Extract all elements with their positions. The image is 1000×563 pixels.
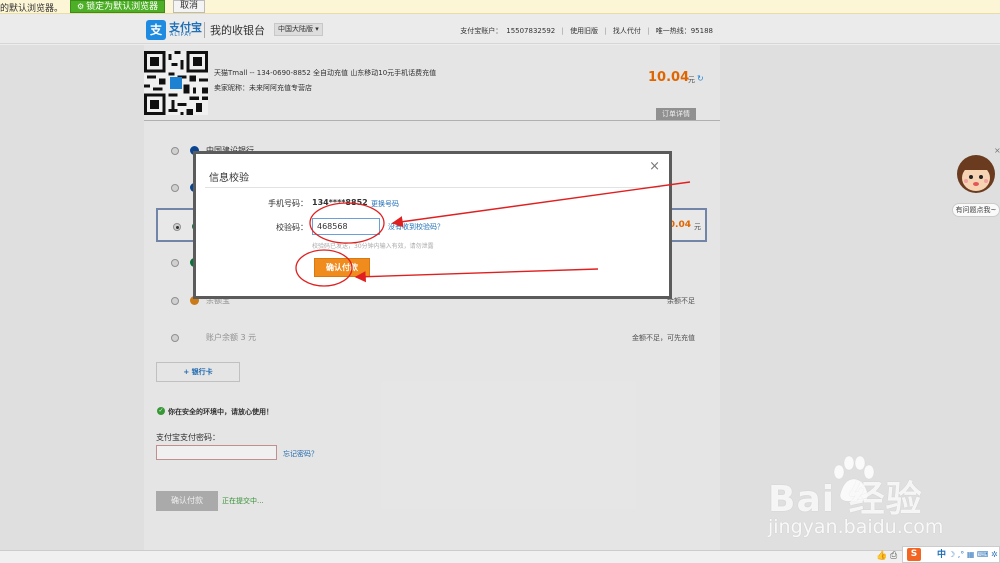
modal-title: 信息校验 — [209, 173, 249, 184]
change-phone-link[interactable]: 更换号码 — [371, 199, 399, 209]
pay-for-others-link[interactable]: 找人代付 — [613, 27, 641, 35]
header-divider — [204, 22, 205, 38]
modal-divider — [205, 187, 660, 188]
help-bubble[interactable]: 有问题点我~ — [952, 203, 1000, 217]
account-label: 支付宝账户： — [460, 27, 503, 35]
ime-toolbar[interactable]: S 中 ☽ ,° ▦ ⌨ ✲ — [902, 546, 1000, 563]
no-code-received-link[interactable]: 没有收到校验码？ — [388, 222, 444, 232]
ime-language[interactable]: 中 — [937, 550, 946, 560]
use-old-version-link[interactable]: 使用旧版 — [570, 27, 598, 35]
account-value: 15507832592 — [506, 27, 556, 35]
helper-close-icon[interactable]: × — [994, 146, 1000, 155]
sogou-ime-icon[interactable]: S — [907, 548, 921, 561]
modal-confirm-pay-button[interactable]: 确认付款 — [314, 258, 370, 277]
browser-notice-bar: 的默认浏览器。 ⚙ 锁定为默认浏览器 取消 — [0, 0, 1000, 14]
lock-default-label: 锁定为默认浏览器 — [86, 2, 159, 12]
alipay-brand-en: ALIPAY — [170, 32, 193, 38]
ime-tool-icons[interactable]: ☽ ,° ▦ ⌨ ✲ — [948, 550, 998, 559]
gear-icon: ⚙ — [77, 2, 85, 11]
cancel-button[interactable]: 取消 — [173, 0, 206, 13]
alipay-logo-icon[interactable]: 支 — [146, 20, 166, 40]
phone-label: 手机号码： — [268, 199, 308, 208]
close-icon[interactable]: × — [649, 159, 660, 174]
status-bar — [0, 550, 1000, 563]
thumbs-up-icon[interactable]: 👍 — [876, 551, 887, 561]
verification-code-label: 校验码： — [276, 223, 308, 232]
page-title: 我的收银台 — [210, 24, 265, 37]
code-hint: 校验码已发送，30分钟内输入有效，请勿泄露 — [312, 243, 434, 250]
baidu-watermark: Bai 经验 — [768, 479, 923, 520]
region-select[interactable]: 中国大陆版 ▾ — [274, 23, 323, 36]
phone-value: 134****8852 — [312, 198, 368, 207]
verification-modal: 信息校验 × 手机号码： 134****8852 更换号码 校验码： 没有收到校… — [193, 151, 672, 299]
hotline: 唯一热线：95188 — [655, 27, 713, 35]
stamp-icon[interactable]: ⎙ — [890, 551, 897, 561]
header: 支 支付宝 ALIPAY 我的收银台 中国大陆版 ▾ 支付宝账户： 1550783… — [0, 14, 1000, 44]
watermark-url: jingyan.baidu.com — [768, 516, 944, 538]
notice-text: 的默认浏览器。 — [0, 4, 64, 14]
lock-default-browser-button[interactable]: ⚙ 锁定为默认浏览器 — [70, 0, 166, 13]
header-account-info: 支付宝账户： 15507832592 | 使用旧版 | 找人代付 | 唯一热线：9… — [460, 27, 713, 35]
verification-code-input[interactable] — [312, 218, 380, 235]
